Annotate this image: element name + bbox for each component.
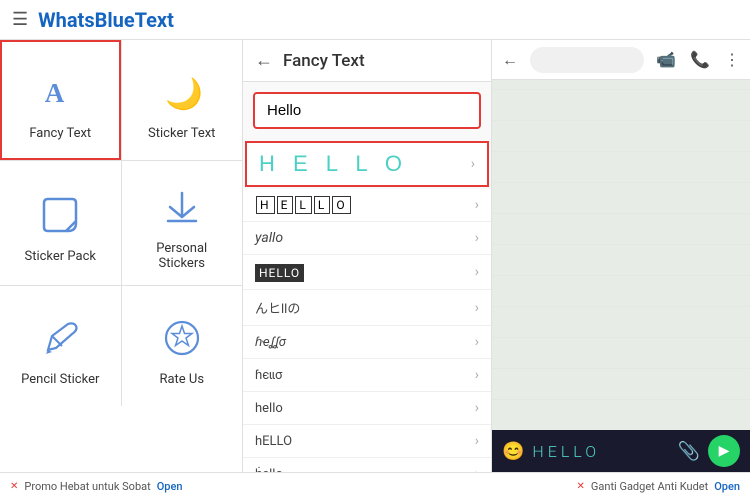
chevron-right-icon: › bbox=[475, 264, 479, 280]
chat-contact-info bbox=[530, 47, 644, 73]
personal-stickers-icon bbox=[156, 181, 208, 233]
ad-close-left[interactable]: ✕ bbox=[10, 481, 18, 492]
text-variant-item[interactable]: yallo › bbox=[243, 222, 491, 255]
chat-footer: 😊 HELLO 📎 ▶ bbox=[492, 430, 750, 472]
ad-text-left: Promo Hebat untuk Sobat bbox=[24, 480, 150, 493]
fancy-text-icon: A bbox=[34, 66, 86, 118]
chevron-right-icon: › bbox=[471, 156, 475, 172]
ad-close-right[interactable]: ✕ bbox=[577, 481, 585, 492]
chat-footer-preview: HELLO bbox=[532, 442, 669, 461]
text-variant-item[interactable]: hello › bbox=[243, 392, 491, 425]
text-variant-item[interactable]: んヒllの › bbox=[243, 290, 491, 326]
chat-action-icons: 📹 📞 ⋮ bbox=[656, 50, 740, 69]
sticker-pack-label: Sticker Pack bbox=[24, 249, 96, 264]
text-variant-item[interactable]: HELLO › bbox=[243, 189, 491, 222]
ad-open-right[interactable]: Open bbox=[714, 480, 740, 493]
video-call-icon[interactable]: 📹 bbox=[656, 50, 676, 69]
text-variant-item[interactable]: HELLO › bbox=[243, 255, 491, 290]
text-variants-list: H E L L O › HELLO › yallo › HELLO › bbox=[243, 139, 491, 472]
chevron-right-icon: › bbox=[475, 367, 479, 383]
menu-icon[interactable]: ☰ bbox=[12, 9, 28, 30]
feature-grid: A Fancy Text 🌙 Sticker Text bbox=[0, 40, 242, 406]
sticker-text-icon: 🌙 bbox=[156, 66, 208, 118]
chevron-right-icon: › bbox=[475, 197, 479, 213]
rate-us-icon bbox=[156, 312, 208, 364]
main-content: A Fancy Text 🌙 Sticker Text bbox=[0, 40, 750, 472]
pencil-sticker-icon bbox=[34, 312, 86, 364]
text-variant-item[interactable]: ɦҽʆʆσ › bbox=[243, 326, 491, 359]
chat-header: ← 📹 📞 ⋮ bbox=[492, 40, 750, 80]
text-variant-preview: hello bbox=[255, 401, 283, 416]
sticker-text-item[interactable]: 🌙 Sticker Text bbox=[122, 40, 243, 160]
text-variant-preview: んヒllの bbox=[255, 298, 300, 317]
chat-body bbox=[492, 80, 750, 430]
pencil-sticker-item[interactable]: Pencil Sticker bbox=[0, 286, 121, 406]
chevron-right-icon: › bbox=[475, 433, 479, 449]
text-variant-preview: yallo bbox=[255, 230, 283, 246]
text-variant-preview: hELLO bbox=[255, 434, 292, 449]
left-panel: A Fancy Text 🌙 Sticker Text bbox=[0, 40, 243, 472]
app-title: WhatsBlueText bbox=[38, 8, 174, 32]
text-variant-item[interactable]: H E L L O › bbox=[245, 141, 489, 187]
chevron-right-icon: › bbox=[475, 334, 479, 350]
text-variant-preview: HELLO bbox=[255, 198, 352, 213]
ad-left: ✕ Promo Hebat untuk Sobat Open bbox=[10, 480, 183, 493]
text-variant-item[interactable]: ḣello › bbox=[243, 458, 491, 472]
text-variant-item[interactable]: ɦєɩɩσ › bbox=[243, 359, 491, 392]
voice-call-icon[interactable]: 📞 bbox=[690, 50, 710, 69]
more-options-icon[interactable]: ⋮ bbox=[724, 50, 740, 69]
svg-text:🌙: 🌙 bbox=[165, 75, 203, 111]
text-variant-preview: HELLO bbox=[255, 263, 304, 281]
chevron-right-icon: › bbox=[475, 230, 479, 246]
chevron-right-icon: › bbox=[475, 300, 479, 316]
back-button[interactable]: ← bbox=[255, 50, 273, 71]
ad-right: ✕ Ganti Gadget Anti Kudet Open bbox=[577, 480, 740, 493]
ad-text-right: Ganti Gadget Anti Kudet bbox=[591, 480, 708, 493]
chevron-right-icon: › bbox=[475, 400, 479, 416]
personal-stickers-label: Personal Stickers bbox=[132, 241, 233, 271]
app-header: ☰ WhatsBlueText bbox=[0, 0, 750, 40]
send-icon: ▶ bbox=[719, 443, 730, 459]
text-variant-item[interactable]: hELLO › bbox=[243, 425, 491, 458]
sticker-pack-item[interactable]: Sticker Pack bbox=[0, 161, 121, 285]
text-variant-preview: ɦҽʆʆσ bbox=[255, 334, 286, 350]
ad-bar: ✕ Promo Hebat untuk Sobat Open ✕ Ganti G… bbox=[0, 472, 750, 500]
chat-panel: ← 📹 📞 ⋮ 😊 HELLO 📎 ▶ bbox=[491, 40, 750, 472]
fancy-text-label: Fancy Text bbox=[29, 126, 91, 141]
sticker-text-label: Sticker Text bbox=[148, 126, 215, 141]
pencil-sticker-label: Pencil Sticker bbox=[21, 372, 99, 387]
emoji-button[interactable]: 😊 bbox=[502, 441, 524, 462]
middle-panel-title: Fancy Text bbox=[283, 51, 365, 71]
sticker-pack-icon bbox=[34, 189, 86, 241]
text-variant-preview: H E L L O bbox=[259, 151, 408, 177]
search-input[interactable] bbox=[253, 92, 481, 129]
fancy-text-item[interactable]: A Fancy Text bbox=[0, 40, 121, 160]
personal-stickers-item[interactable]: Personal Stickers bbox=[122, 161, 243, 285]
ad-open-left[interactable]: Open bbox=[157, 480, 183, 493]
rate-us-item[interactable]: Rate Us bbox=[122, 286, 243, 406]
attach-button[interactable]: 📎 bbox=[678, 441, 700, 462]
middle-header: ← Fancy Text bbox=[243, 40, 491, 82]
text-variant-preview: ɦєɩɩσ bbox=[255, 367, 282, 383]
middle-panel: ← Fancy Text H E L L O › HELLO › yallo › bbox=[243, 40, 491, 472]
svg-text:A: A bbox=[45, 78, 65, 108]
rate-us-label: Rate Us bbox=[159, 372, 204, 387]
chat-back-button[interactable]: ← bbox=[502, 50, 518, 70]
send-button[interactable]: ▶ bbox=[708, 435, 740, 467]
